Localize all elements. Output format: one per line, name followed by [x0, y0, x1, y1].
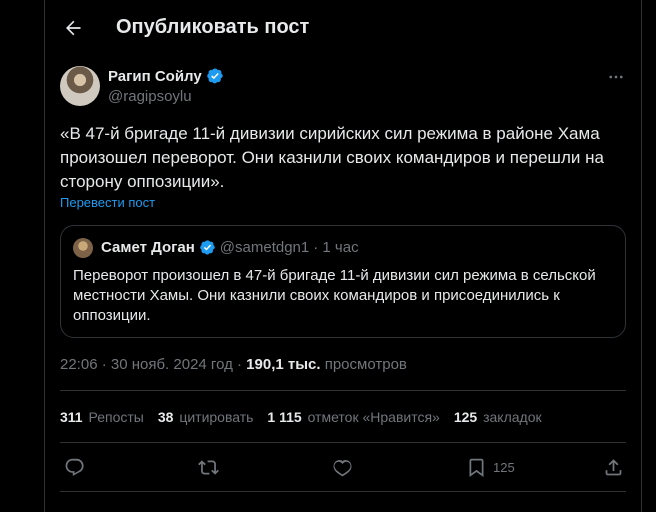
post-meta: 22:06 · 30 нояб. 2024 год · 190,1 тыс. п…: [60, 356, 407, 373]
share-button[interactable]: [603, 455, 624, 479]
back-button[interactable]: [59, 14, 87, 42]
engagement-stats: 311 Репосты 38 цитировать 1 115 отметок …: [60, 409, 542, 425]
quotes-stat[interactable]: 38 цитировать: [158, 409, 254, 425]
quotes-label: цитировать: [179, 409, 254, 425]
likes-label: отметок «Нравится»: [307, 409, 440, 425]
post-text: «В 47-й бригаде 11-й дивизии сирийских с…: [60, 124, 604, 191]
divider: [60, 491, 626, 492]
bookmarks-label: закладок: [483, 409, 542, 425]
views-label: просмотров: [324, 356, 407, 373]
page-title: Опубликовать пост: [116, 16, 310, 38]
reply-icon: [65, 458, 84, 476]
bookmarks-stat[interactable]: 125 закладок: [454, 409, 542, 425]
verified-badge-icon: [200, 240, 215, 255]
views-count: 190,1 тыс.: [246, 356, 321, 373]
quoted-post[interactable]: Самет Доган @sametdgn1 · 1 час Переворот…: [60, 225, 626, 338]
reposts-stat[interactable]: 311 Репосты: [60, 409, 144, 425]
heart-icon: [333, 459, 352, 476]
post-timestamp[interactable]: 22:06 · 30 нояб. 2024 год ·: [60, 356, 242, 373]
post-column: Опубликовать пост Рагип Сойлу @ragipsoyl…: [44, 0, 642, 512]
author-handle[interactable]: @ragipsoylu: [108, 88, 192, 105]
quote-author-name: Самет Доган: [101, 239, 195, 256]
author-name[interactable]: Рагип Сойлу: [108, 68, 202, 85]
bookmark-button[interactable]: 125: [466, 455, 515, 479]
divider: [60, 390, 626, 391]
share-icon: [605, 458, 622, 475]
quote-header: Самет Доган @sametdgn1 · 1 час: [101, 239, 359, 256]
quote-author-avatar: [73, 238, 93, 258]
quotes-count: 38: [157, 409, 174, 425]
author-avatar[interactable]: [60, 66, 100, 106]
reposts-label: Репосты: [88, 409, 144, 425]
bookmarks-count: 125: [453, 409, 478, 425]
translate-post-link[interactable]: Перевести пост: [60, 195, 155, 210]
repost-button[interactable]: [198, 455, 219, 479]
action-bar: 125: [60, 452, 626, 482]
header: Опубликовать пост: [45, 0, 641, 56]
like-button[interactable]: [332, 455, 353, 479]
more-horizontal-icon: [609, 75, 623, 79]
reposts-count: 311: [60, 409, 83, 425]
more-options-button[interactable]: [605, 66, 627, 88]
quote-text: Переворот произошел в 47-й бригаде 11-й …: [73, 267, 596, 324]
likes-count: 1 115: [267, 409, 302, 425]
verified-badge-icon: [207, 68, 223, 84]
divider: [60, 442, 626, 443]
reply-button[interactable]: [64, 455, 85, 479]
author-name-row[interactable]: Рагип Сойлу: [108, 67, 224, 85]
bookmark-icon: [469, 458, 484, 477]
bookmark-count: 125: [493, 459, 515, 475]
quote-time: · 1 час: [313, 239, 359, 256]
likes-stat[interactable]: 1 115 отметок «Нравится»: [267, 409, 439, 425]
arrow-left-icon: [66, 20, 81, 36]
quote-author-handle: @sametdgn1: [219, 239, 310, 256]
repost-icon: [198, 459, 219, 475]
